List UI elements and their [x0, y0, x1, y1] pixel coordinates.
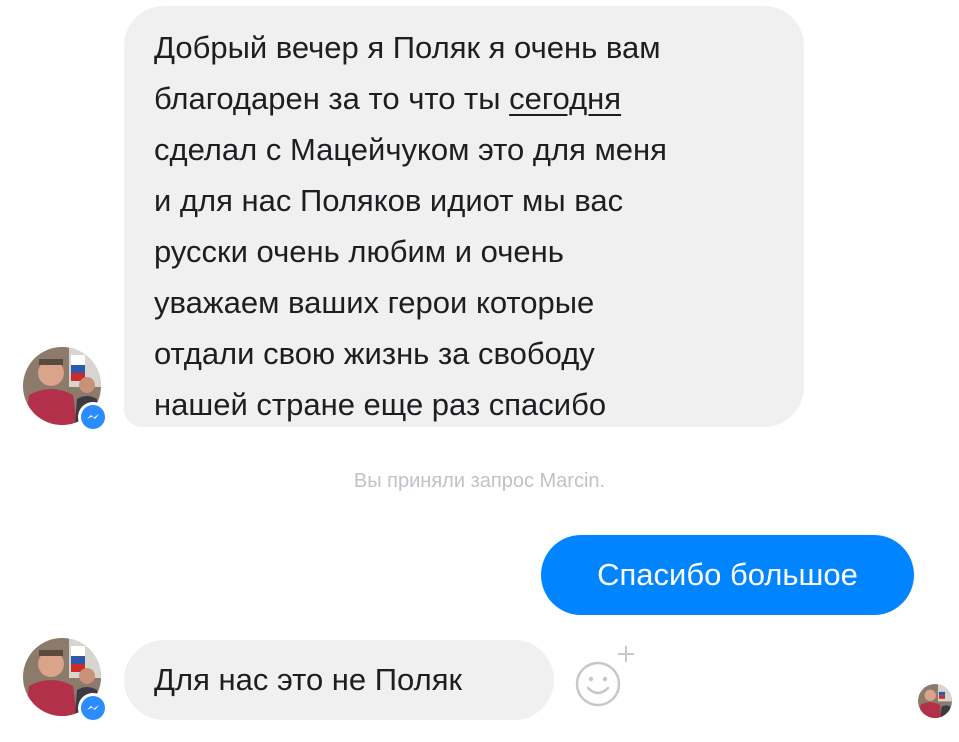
message-line: благодарен за то что ты сегодня	[154, 73, 780, 124]
system-note: Вы приняли запрос Marcin.	[353, 470, 606, 492]
smiley-add-reaction-icon[interactable]	[568, 642, 638, 712]
message-line-text: благодарен за то что ты	[154, 81, 510, 116]
message-line: сделал с Мацейчуком это для меня	[154, 132, 667, 167]
read-receipt-avatar	[918, 684, 952, 718]
message-line: отдали свою жизнь за свободу	[154, 336, 595, 371]
outgoing-message-bubble[interactable]: Спасибо большое	[541, 535, 914, 615]
messenger-badge-icon	[78, 402, 108, 432]
message-line: Добрый вечер я Поляк я очень вам	[154, 30, 661, 65]
messenger-badge-icon	[78, 693, 108, 723]
message-line: нашей стране еще раз спасибо	[154, 387, 607, 422]
incoming-reply-bubble[interactable]: Для нас это не Поляк	[124, 640, 554, 720]
underlined-word-link[interactable]: сегодня	[509, 81, 621, 116]
message-line: уважаем ваших герои которые	[154, 285, 595, 320]
message-line: и для нас Поляков идиот мы вас	[154, 183, 624, 218]
incoming-message-bubble[interactable]: Добрый вечер я Поляк я очень вам благода…	[124, 6, 804, 427]
message-line: русски очень любим и очень	[154, 234, 564, 269]
